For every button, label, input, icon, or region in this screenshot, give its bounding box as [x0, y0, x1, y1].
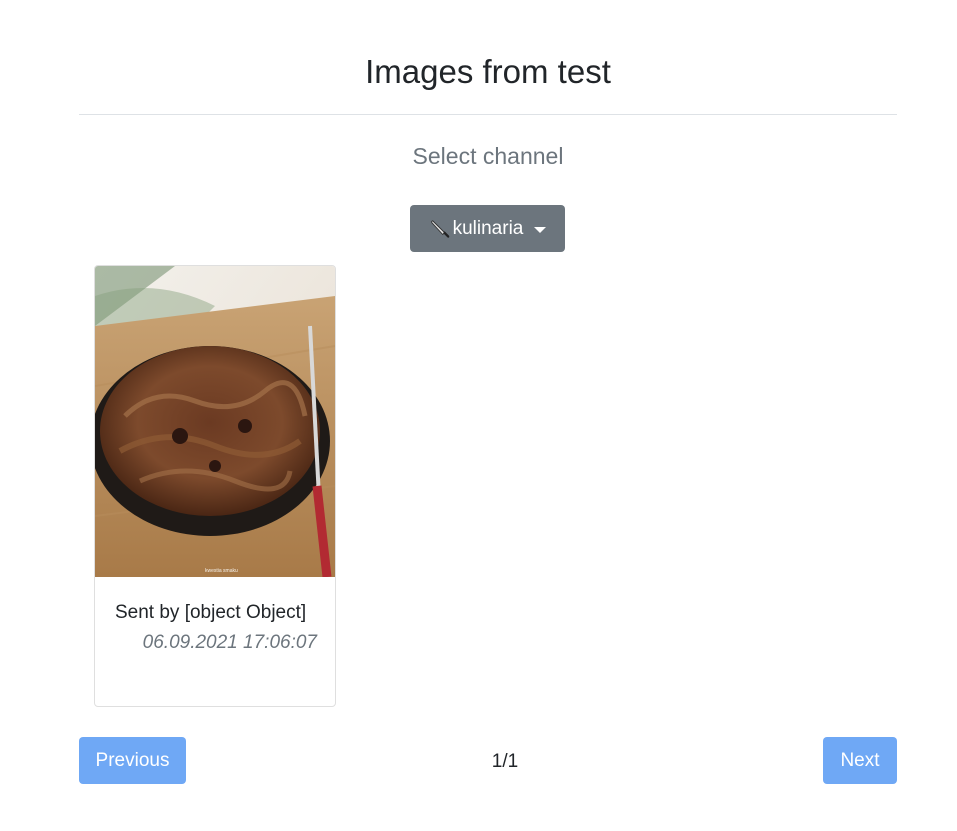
- caret-down-icon: [534, 226, 547, 233]
- previous-button[interactable]: Previous: [79, 737, 186, 784]
- card-body: Sent by [object Object] 06.09.2021 17:06…: [115, 598, 317, 658]
- image-card[interactable]: kwestia smaku Sent by [object Object] 06…: [94, 265, 336, 707]
- timestamp: 06.09.2021 17:06:07: [142, 632, 317, 653]
- page-indicator: 1/1: [491, 751, 519, 772]
- channel-dropdown-label: kulinaria: [452, 217, 524, 239]
- sender-text: Sent by [object Object]: [115, 602, 307, 623]
- channel-dropdown-button[interactable]: kulinaria: [410, 205, 565, 252]
- watermark-text: kwestia smaku: [205, 568, 238, 574]
- page: Images from test Select channel kulinari…: [0, 0, 957, 831]
- page-title: Images from test: [365, 53, 611, 90]
- select-channel-label: Select channel: [412, 143, 564, 169]
- food-photo[interactable]: kwestia smaku: [95, 266, 335, 577]
- next-button[interactable]: Next: [823, 737, 897, 784]
- divider: [79, 114, 897, 115]
- kitchen-knife-icon: [430, 219, 449, 238]
